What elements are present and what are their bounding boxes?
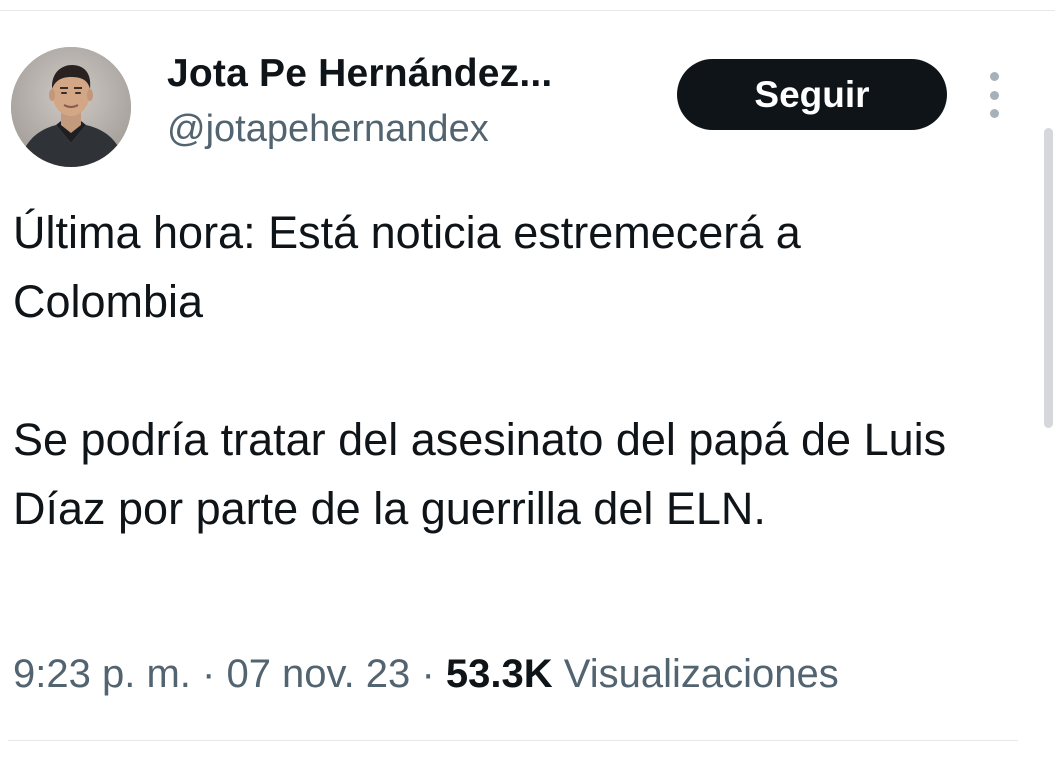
tweet-meta: 9:23 p. m. · 07 nov. 23 · 53.3K Visualiz… xyxy=(13,652,839,697)
more-dot xyxy=(989,109,999,118)
more-dot xyxy=(989,72,999,81)
top-divider xyxy=(0,10,1055,11)
follow-button[interactable]: Seguir xyxy=(677,59,947,130)
tweet-time[interactable]: 9:23 p. m. xyxy=(13,652,191,696)
meta-separator: · xyxy=(202,652,216,696)
avatar-image xyxy=(11,47,131,167)
author-display-name[interactable]: Jota Pe Hernández... xyxy=(167,52,552,96)
views-label: Visualizaciones xyxy=(563,652,839,696)
views-count: 53.3K xyxy=(445,652,553,696)
scrollbar[interactable] xyxy=(1044,128,1053,428)
tweet-card: Jota Pe Hernández... @jotapehernandex Se… xyxy=(0,0,1055,760)
avatar[interactable] xyxy=(11,47,131,167)
tweet-text: Última hora: Está noticia estremecerá a … xyxy=(13,198,1003,543)
bottom-divider xyxy=(8,740,1018,741)
tweet-date[interactable]: 07 nov. 23 xyxy=(226,652,410,696)
meta-separator: · xyxy=(421,652,435,696)
more-dot xyxy=(989,90,999,100)
tweet-paragraph: Última hora: Está noticia estremecerá a … xyxy=(13,207,801,327)
tweet-paragraph: Se podría tratar del asesinato del papá … xyxy=(13,414,947,534)
author-handle[interactable]: @jotapehernandex xyxy=(167,108,489,151)
more-vertical-icon[interactable] xyxy=(982,72,1006,118)
